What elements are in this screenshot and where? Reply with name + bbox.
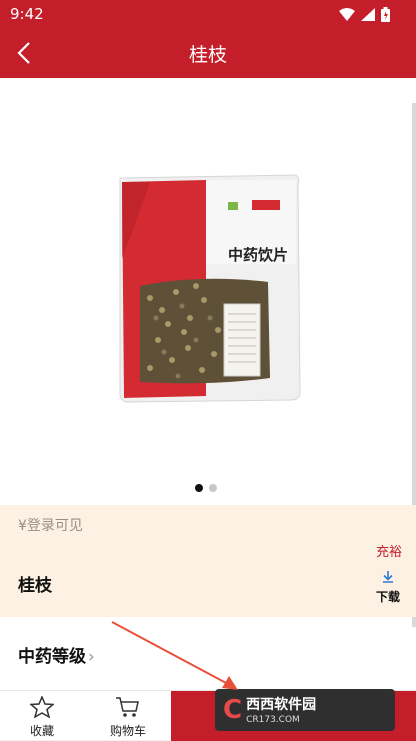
cart-label: 购物车	[109, 724, 146, 738]
download-button[interactable]: 下载	[372, 569, 404, 605]
battery-icon	[381, 7, 390, 22]
carousel-dot[interactable]	[209, 484, 217, 492]
watermark-url: CR173.COM	[246, 715, 300, 725]
product-image: 中药饮片	[119, 174, 301, 403]
star-icon	[29, 695, 55, 719]
watermark-text: 西西软件园	[246, 697, 317, 713]
product-content: 中药饮片 ¥登录可见 充裕 桂枝 下载 中药等级 ›	[0, 78, 416, 690]
favorite-button[interactable]: 收藏	[12, 695, 72, 739]
app-bar: 桂枝	[0, 28, 416, 78]
cart-button[interactable]: 购物车	[98, 696, 158, 739]
page-title: 桂枝	[188, 44, 227, 66]
wifi-icon	[339, 8, 355, 21]
chevron-right-icon: ›	[88, 647, 95, 667]
price-section: ¥登录可见 充裕 桂枝 下载	[0, 505, 416, 617]
status-icons	[339, 7, 390, 22]
favorite-label: 收藏	[29, 724, 54, 738]
download-icon	[383, 571, 393, 583]
grade-section[interactable]: 中药等级 ›	[0, 627, 416, 690]
grade-row[interactable]: 中药等级 ›	[18, 642, 95, 667]
product-name: 桂枝	[18, 576, 52, 596]
carousel-indicators	[195, 484, 217, 492]
product-image-carousel[interactable]: 中药饮片	[0, 78, 416, 505]
cart-icon	[116, 697, 139, 717]
signal-icon	[361, 8, 375, 21]
status-time: 9:42	[10, 5, 44, 23]
watermark-logo: C 西西软件园 CR173.COM	[215, 689, 395, 731]
status-bar: 9:42	[0, 0, 416, 28]
watermark-c-icon: C	[223, 695, 243, 725]
supply-status: 充裕	[375, 545, 402, 560]
bag-label: 中药饮片	[228, 246, 288, 264]
download-label: 下载	[375, 590, 400, 604]
price-text[interactable]: ¥登录可见	[18, 515, 83, 535]
grade-label: 中药等级	[18, 647, 86, 667]
carousel-dot-active[interactable]	[195, 484, 203, 492]
